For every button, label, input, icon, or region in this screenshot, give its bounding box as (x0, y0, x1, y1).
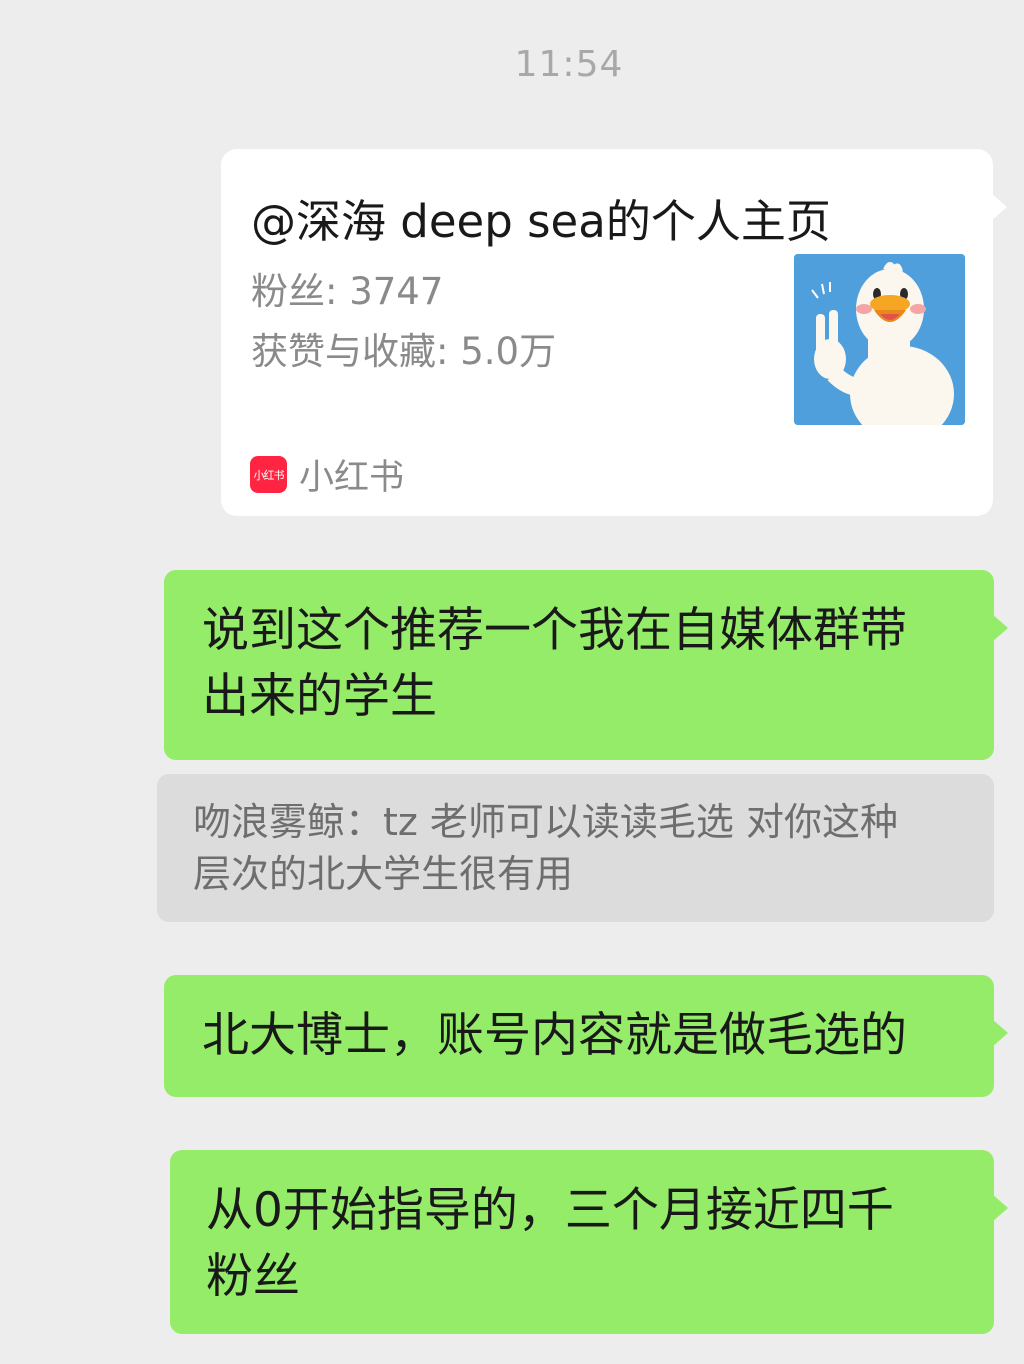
chat-bubble-sent[interactable]: 北大博士，账号内容就是做毛选的 (164, 975, 1008, 1097)
card-title: @深海 deep sea的个人主页 (251, 195, 831, 248)
message-text: 从0开始指导的，三个月接近四千 粉丝 (206, 1183, 894, 1304)
message-text: 说到这个推荐一个我在自媒体群带 出来的学生 (202, 603, 907, 724)
profile-card-message[interactable]: @深海 deep sea的个人主页 粉丝: 3747 获赞与收藏: 5.0万 小… (221, 149, 1007, 516)
message-text: 北大博士，账号内容就是做毛选的 (202, 1008, 907, 1063)
quoted-message-text: 吻浪雾鲸：tz 老师可以读读毛选 对你这种 层次的北大学生很有用 (193, 800, 899, 896)
likes-count: 获赞与收藏: 5.0万 (251, 330, 557, 373)
card-source: 小红书 小红书 (250, 449, 404, 500)
duck-avatar-thumbnail (794, 254, 965, 425)
xiaohongshu-app-icon: 小红书 (250, 456, 287, 493)
chat-bubble-sent[interactable]: 从0开始指导的，三个月接近四千 粉丝 (170, 1150, 1008, 1334)
fans-count: 粉丝: 3747 (251, 270, 444, 313)
chat-bubble-sent[interactable]: 说到这个推荐一个我在自媒体群带 出来的学生 (164, 570, 1008, 760)
message-timestamp: 11:54 (514, 44, 624, 85)
source-app-name: 小红书 (299, 458, 405, 498)
quoted-message[interactable]: 吻浪雾鲸：tz 老师可以读读毛选 对你这种 层次的北大学生很有用 (157, 774, 994, 922)
